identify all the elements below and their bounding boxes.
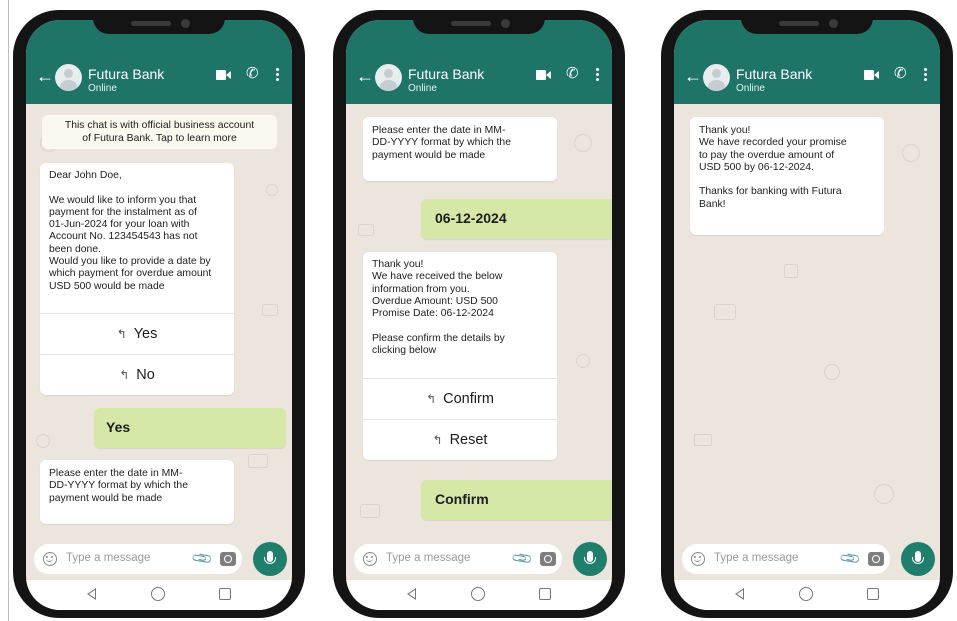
reply-icon: ↰ [426,392,437,406]
menu-icon[interactable] [924,68,928,82]
mic-button[interactable] [573,542,607,576]
sent-message: Confirm [421,480,612,520]
message-input-placeholder: Type a message [714,552,799,564]
reply-reset-label: Reset [449,432,488,448]
menu-icon[interactable] [276,68,280,82]
android-nav-bar [346,580,612,610]
phone-notch [93,13,225,34]
camera-icon[interactable] [220,552,236,566]
emoji-icon[interactable] [691,552,705,566]
left-divider-line [8,0,9,621]
sent-message: Yes [94,408,286,448]
nav-home-icon[interactable] [471,587,485,601]
mic-button[interactable] [901,542,935,576]
received-message: Dear John Doe, We would like to inform y… [49,170,212,292]
received-message: Please enter the date in MM- DD-YYYY for… [40,460,234,524]
mic-button[interactable] [253,542,287,576]
phone-frame-3: ← Futura Bank Online ✆ Thank you! We hav… [661,10,953,618]
camera-icon[interactable] [868,552,884,566]
sent-message: 06-12-2024 [421,199,612,239]
message-input[interactable]: Type a message 📎 [34,544,242,574]
message-composer: Type a message 📎 [346,542,612,576]
message-card: Dear John Doe, We would like to inform y… [40,163,234,395]
nav-back-icon[interactable] [735,588,744,600]
menu-icon[interactable] [596,68,600,82]
received-message: Please enter the date in MM- DD-YYYY for… [363,117,557,181]
message-composer: Type a message 📎 [674,542,940,576]
nav-back-icon[interactable] [87,588,96,600]
reply-yes-button[interactable]: ↰ Yes [40,313,234,354]
attach-icon[interactable]: 📎 [839,546,863,570]
back-arrow-icon[interactable]: ← [684,67,702,85]
reply-reset-button[interactable]: ↰ Reset [363,419,557,460]
android-nav-bar [26,580,292,610]
nav-home-icon[interactable] [799,587,813,601]
received-message: Thank you! We have recorded your promise… [690,117,884,235]
avatar[interactable] [703,64,730,91]
avatar[interactable] [55,64,82,91]
reply-confirm-button[interactable]: ↰ Confirm [363,378,557,419]
nav-back-icon[interactable] [407,588,416,600]
reply-icon: ↰ [432,433,443,447]
phone-icon[interactable]: ✆ [894,66,907,81]
reply-no-button[interactable]: ↰ No [40,354,234,395]
video-call-icon[interactable] [536,70,551,80]
business-account-notice[interactable]: This chat is with official business acco… [42,115,277,149]
reply-yes-label: Yes [133,326,158,342]
avatar[interactable] [375,64,402,91]
contact-status: Online [88,83,117,94]
reply-no-label: No [136,367,155,383]
mic-icon [264,551,276,564]
reply-icon: ↰ [116,327,127,341]
mic-icon [912,551,924,564]
camera-icon[interactable] [540,552,556,566]
contact-status: Online [736,83,765,94]
chat-screen-1: ← Futura Bank Online ✆ This chat is with… [26,20,292,610]
chat-screen-3: ← Futura Bank Online ✆ Thank you! We hav… [674,20,940,610]
message-input-placeholder: Type a message [66,552,151,564]
phone-notch [741,13,873,34]
chat-area: This chat is with official business acco… [26,104,292,544]
received-message: Thank you! We have received the below in… [372,259,505,357]
emoji-icon[interactable] [363,552,377,566]
contact-name: Futura Bank [408,66,485,82]
phone-frame-1: ← Futura Bank Online ✆ This chat is with… [13,10,305,618]
phone-notch [413,13,545,34]
emoji-icon[interactable] [43,552,57,566]
attach-icon[interactable]: 📎 [511,546,535,570]
contact-status: Online [408,83,437,94]
nav-recent-icon[interactable] [539,588,551,600]
nav-recent-icon[interactable] [867,588,879,600]
reply-icon: ↰ [119,368,130,382]
message-card: Thank you! We have received the below in… [363,252,557,460]
message-input[interactable]: Type a message 📎 [682,544,890,574]
video-call-icon[interactable] [216,70,231,80]
message-composer: Type a message 📎 [26,542,292,576]
back-arrow-icon[interactable]: ← [36,67,54,85]
chat-area: Thank you! We have recorded your promise… [674,104,940,544]
chat-screen-2: ← Futura Bank Online ✆ Please enter the … [346,20,612,610]
attach-icon[interactable]: 📎 [191,546,215,570]
chat-area: Please enter the date in MM- DD-YYYY for… [346,104,612,544]
contact-name: Futura Bank [736,66,813,82]
message-input-placeholder: Type a message [386,552,471,564]
phone-icon[interactable]: ✆ [566,66,579,81]
mic-icon [584,551,596,564]
android-nav-bar [674,580,940,610]
nav-home-icon[interactable] [151,587,165,601]
nav-recent-icon[interactable] [219,588,231,600]
phone-frame-2: ← Futura Bank Online ✆ Please enter the … [333,10,625,618]
back-arrow-icon[interactable]: ← [356,67,374,85]
video-call-icon[interactable] [864,70,879,80]
message-input[interactable]: Type a message 📎 [354,544,562,574]
phone-icon[interactable]: ✆ [246,66,259,81]
reply-confirm-label: Confirm [443,391,494,407]
contact-name: Futura Bank [88,66,165,82]
